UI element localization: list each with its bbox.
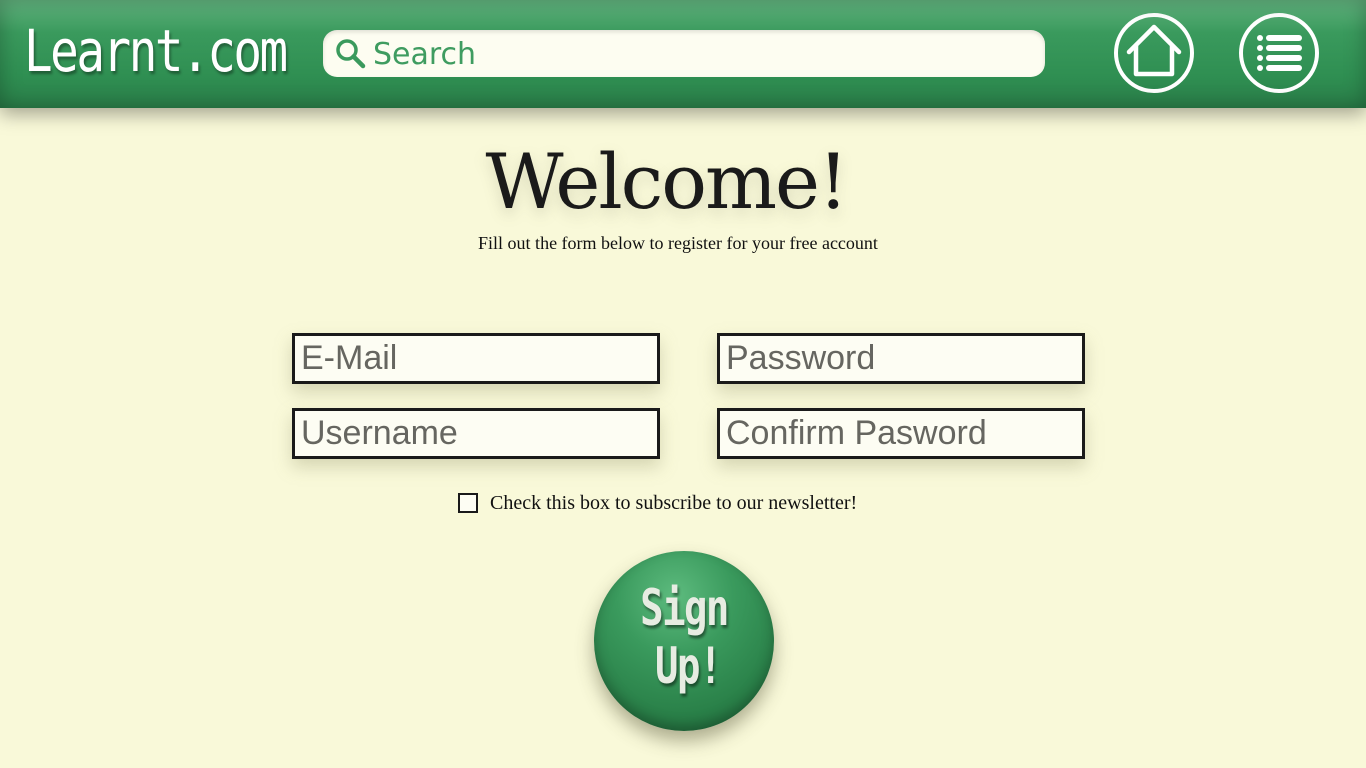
header-bar: Learnt.com <box>0 0 1366 108</box>
page-subtitle: Fill out the form below to register for … <box>478 233 878 253</box>
signup-label-line2: Up! <box>655 637 722 695</box>
home-icon <box>1114 13 1194 93</box>
newsletter-label: Check this box to subscribe to our newsl… <box>490 492 858 514</box>
list-menu-icon <box>1239 13 1319 93</box>
password-field[interactable] <box>717 333 1085 384</box>
signup-button[interactable]: Sign Up! <box>594 551 774 731</box>
home-button[interactable] <box>1113 12 1195 94</box>
signup-label-line1: Sign <box>640 579 729 637</box>
menu-button[interactable] <box>1238 12 1320 94</box>
newsletter-checkbox[interactable] <box>458 493 478 513</box>
search-bar[interactable] <box>323 30 1045 77</box>
confirm-password-field[interactable] <box>717 408 1085 459</box>
username-field[interactable] <box>292 408 660 459</box>
page-title: Welcome! <box>485 137 848 226</box>
search-input[interactable] <box>373 34 1023 74</box>
site-logo[interactable]: Learnt.com <box>24 16 288 86</box>
search-icon <box>336 39 366 69</box>
signup-label: Sign Up! <box>614 579 754 695</box>
email-field[interactable] <box>292 333 660 384</box>
